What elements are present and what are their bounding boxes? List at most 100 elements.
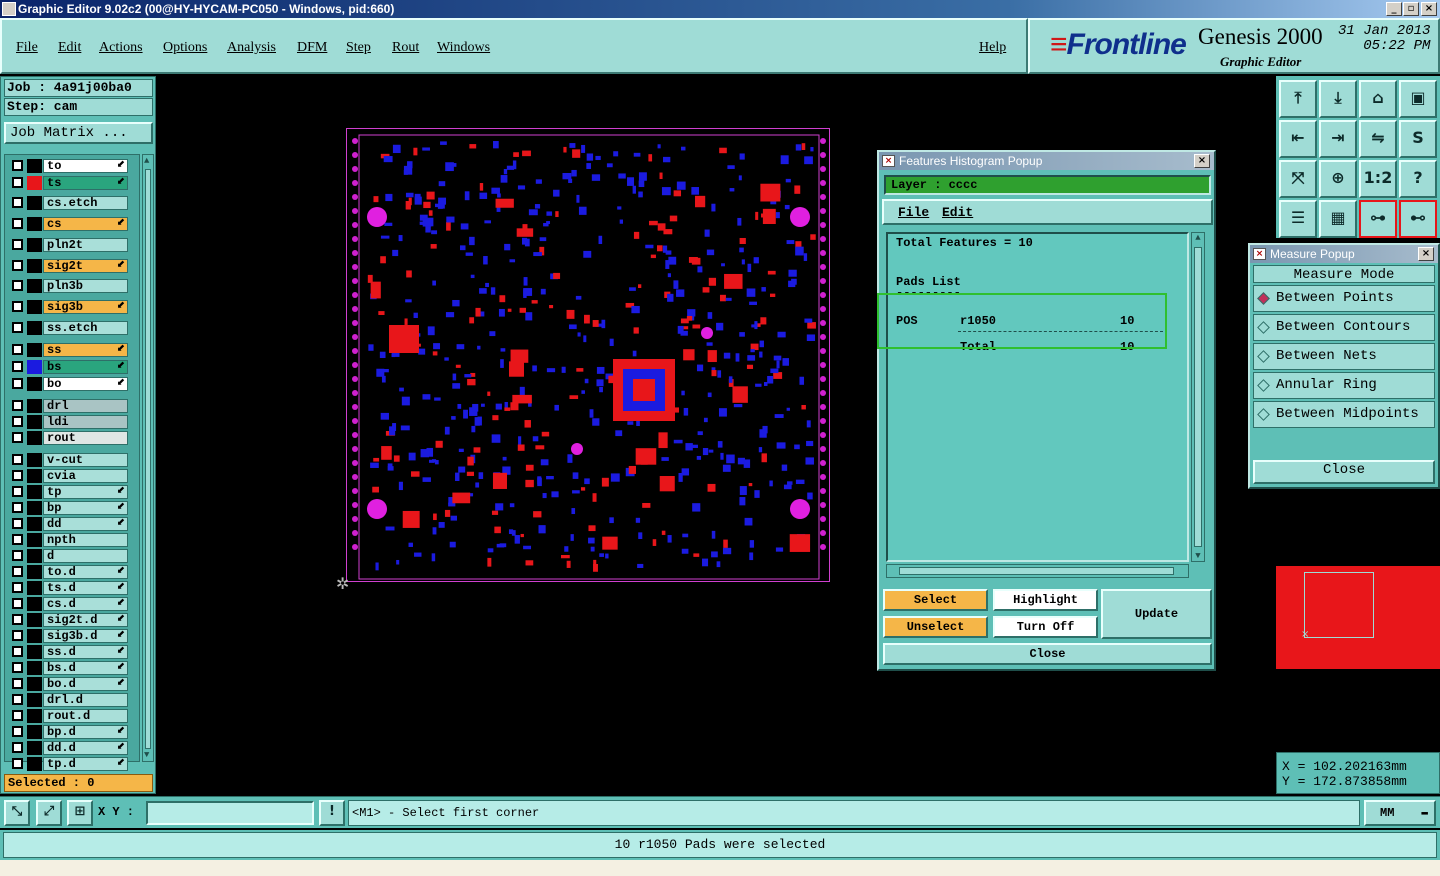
layer-color-swatch[interactable] — [27, 661, 42, 676]
layer-name[interactable]: drl.d — [43, 693, 128, 708]
layer-color-swatch[interactable] — [27, 196, 42, 211]
layer-checkbox[interactable] — [12, 280, 23, 292]
layer-name[interactable]: sig3b ⬋ — [43, 299, 128, 314]
layer-checkbox[interactable] — [12, 344, 23, 356]
layer-color-swatch[interactable] — [27, 485, 42, 500]
layer-color-swatch[interactable] — [27, 645, 42, 660]
measure-option[interactable]: Between Nets — [1253, 343, 1435, 370]
layer-checkbox[interactable] — [12, 321, 23, 333]
layer-color-swatch[interactable] — [27, 757, 42, 772]
layer-checkbox[interactable] — [12, 726, 23, 738]
layer-name[interactable]: to ⬋ — [43, 159, 128, 173]
histogram-menu-file[interactable]: File — [898, 205, 929, 220]
layer-color-swatch[interactable] — [27, 581, 42, 596]
layer-name[interactable]: to.d ⬋ — [43, 565, 128, 580]
xy-input[interactable] — [146, 801, 314, 825]
layer-color-swatch[interactable] — [27, 320, 42, 335]
layer-checkbox[interactable] — [12, 742, 23, 754]
layer-checkbox[interactable] — [12, 550, 23, 562]
layer-color-swatch[interactable] — [27, 258, 42, 273]
layer-name[interactable]: ss.d ⬋ — [43, 645, 128, 660]
layer-row[interactable]: ss.d ⬋ — [8, 645, 128, 660]
layer-row[interactable]: sig2t.d ⬋ — [8, 613, 128, 628]
layer-name[interactable]: rout.d — [43, 709, 128, 724]
layer-name[interactable]: pln2t — [43, 237, 128, 252]
layers-icon[interactable]: ⊷ — [1399, 200, 1437, 238]
menu-dfm[interactable]: DFM — [297, 40, 327, 56]
layer-color-swatch[interactable] — [27, 613, 42, 628]
overview-viewport[interactable] — [1304, 572, 1374, 638]
layer-name[interactable]: ss ⬋ — [43, 343, 128, 358]
layer-checkbox[interactable] — [12, 598, 23, 610]
layer-checkbox[interactable] — [12, 758, 23, 770]
layer-name[interactable]: bs.d ⬋ — [43, 661, 128, 676]
layer-name[interactable]: cs.etch — [43, 196, 128, 211]
highlight-button[interactable]: Highlight — [993, 589, 1098, 611]
layer-checkbox[interactable] — [12, 630, 23, 642]
snap-icon[interactable]: ⊶ — [1359, 200, 1397, 238]
layer-name[interactable]: bo.d ⬋ — [43, 677, 128, 692]
measure-icon[interactable]: ⤢ — [36, 800, 62, 826]
zoom-area-icon[interactable]: ⤡ — [4, 800, 30, 826]
layer-row[interactable]: d — [8, 549, 128, 564]
layer-row[interactable]: cs.d ⬋ — [8, 597, 128, 612]
layer-name[interactable]: ts.d ⬋ — [43, 581, 128, 596]
layer-row[interactable]: drl.d — [8, 693, 128, 708]
layer-row[interactable]: pln2t — [8, 237, 128, 252]
job-matrix-button[interactable]: Job Matrix ... — [4, 122, 153, 144]
histogram-close-button[interactable]: Close — [883, 643, 1212, 665]
scroll-thumb[interactable] — [145, 169, 151, 749]
menu-step[interactable]: Step — [346, 40, 371, 56]
layer-checkbox[interactable] — [12, 502, 23, 514]
layer-color-swatch[interactable] — [27, 693, 42, 708]
report-vscroll[interactable]: ▲ ▼ — [1191, 232, 1205, 562]
histogram-close-icon[interactable]: × — [1194, 154, 1210, 168]
panel-icon[interactable]: ▣ — [1399, 80, 1437, 118]
layer-name[interactable]: drl — [43, 399, 128, 414]
settings-icon[interactable]: ☰ — [1279, 200, 1317, 238]
minimize-icon[interactable]: _ — [1386, 2, 1402, 16]
layer-checkbox[interactable] — [12, 160, 23, 171]
layer-row[interactable]: bo ⬋ — [8, 376, 128, 391]
layer-row[interactable]: rout — [8, 431, 128, 446]
layer-checkbox[interactable] — [12, 694, 23, 706]
layer-color-swatch[interactable] — [27, 175, 42, 190]
histogram-menu-edit[interactable]: Edit — [942, 205, 973, 220]
layer-checkbox[interactable] — [12, 614, 23, 626]
layer-color-swatch[interactable] — [27, 360, 42, 374]
layer-color-swatch[interactable] — [27, 469, 42, 484]
menu-windows[interactable]: Windows — [437, 40, 490, 56]
menu-rout[interactable]: Rout — [392, 40, 419, 56]
mirror-icon[interactable]: S — [1399, 120, 1437, 158]
layer-checkbox[interactable] — [12, 486, 23, 498]
menu-options[interactable]: Options — [163, 40, 207, 56]
layer-name[interactable]: bp.d ⬋ — [43, 725, 128, 740]
layer-checkbox[interactable] — [12, 534, 23, 546]
fit-icon[interactable]: ⤧ — [1279, 160, 1317, 198]
layer-row[interactable]: bp ⬋ — [8, 501, 128, 516]
arrow-right-icon[interactable]: ⇥ — [1319, 120, 1357, 158]
report-hscroll[interactable] — [886, 564, 1189, 578]
layer-checkbox[interactable] — [12, 470, 23, 482]
layer-color-swatch[interactable] — [27, 343, 42, 358]
turn-off-button[interactable]: Turn Off — [993, 616, 1098, 638]
layer-color-swatch[interactable] — [27, 376, 42, 391]
layer-row[interactable]: ldi — [8, 415, 128, 430]
layer-name[interactable]: cvia — [43, 469, 128, 484]
unselect-button[interactable]: Unselect — [883, 616, 988, 638]
histogram-titlebar[interactable]: × Features Histogram Popup × — [879, 152, 1214, 170]
menu-actions[interactable]: Actions — [99, 40, 143, 56]
help-icon[interactable]: ? — [1399, 160, 1437, 198]
layer-checkbox[interactable] — [12, 238, 23, 250]
layer-row[interactable]: sig2t ⬋ — [8, 258, 128, 273]
layer-row[interactable]: drl — [8, 399, 128, 414]
layer-row[interactable]: cs.etch — [8, 196, 128, 211]
layer-color-swatch[interactable] — [27, 501, 42, 516]
layer-color-swatch[interactable] — [27, 549, 42, 564]
layer-color-swatch[interactable] — [27, 399, 42, 414]
grid-snap-icon[interactable]: ⊞ — [67, 800, 93, 826]
layer-checkbox[interactable] — [12, 416, 23, 428]
layer-name[interactable]: sig2t.d ⬋ — [43, 613, 128, 628]
menu-help[interactable]: Help — [979, 40, 1006, 56]
alert-icon[interactable]: ! — [319, 800, 345, 826]
